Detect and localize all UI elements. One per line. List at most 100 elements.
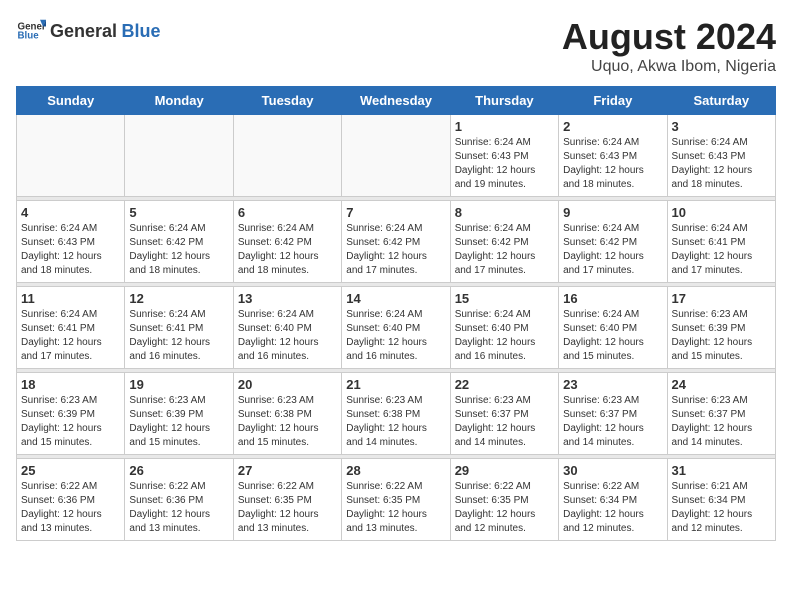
day-info: Sunrise: 6:23 AM Sunset: 6:38 PM Dayligh… — [346, 394, 445, 450]
logo-icon: General Blue — [16, 16, 46, 46]
day-number: 21 — [346, 377, 445, 392]
logo: General Blue General Blue — [16, 16, 161, 46]
calendar-day-16: 16 Sunrise: 6:24 AM Sunset: 6:40 PM Dayli… — [559, 287, 667, 369]
calendar-week-row: 1 Sunrise: 6:24 AM Sunset: 6:43 PM Daylig… — [17, 115, 776, 197]
day-info: Sunrise: 6:23 AM Sunset: 6:38 PM Dayligh… — [238, 394, 337, 450]
day-info: Sunrise: 6:22 AM Sunset: 6:36 PM Dayligh… — [21, 480, 120, 536]
calendar-empty-cell — [233, 115, 341, 197]
logo-general-text: General — [50, 21, 117, 41]
day-info: Sunrise: 6:22 AM Sunset: 6:34 PM Dayligh… — [563, 480, 662, 536]
day-number: 24 — [672, 377, 771, 392]
day-info: Sunrise: 6:24 AM Sunset: 6:43 PM Dayligh… — [455, 136, 554, 192]
day-info: Sunrise: 6:24 AM Sunset: 6:43 PM Dayligh… — [21, 222, 120, 278]
calendar-day-29: 29 Sunrise: 6:22 AM Sunset: 6:35 PM Dayli… — [450, 459, 558, 541]
calendar-empty-cell — [17, 115, 125, 197]
day-number: 3 — [672, 119, 771, 134]
calendar-table: SundayMondayTuesdayWednesdayThursdayFrid… — [16, 86, 776, 541]
day-info: Sunrise: 6:24 AM Sunset: 6:40 PM Dayligh… — [563, 308, 662, 364]
calendar-day-1: 1 Sunrise: 6:24 AM Sunset: 6:43 PM Daylig… — [450, 115, 558, 197]
day-number: 2 — [563, 119, 662, 134]
day-number: 15 — [455, 291, 554, 306]
day-info: Sunrise: 6:24 AM Sunset: 6:40 PM Dayligh… — [455, 308, 554, 364]
calendar-empty-cell — [342, 115, 450, 197]
day-number: 19 — [129, 377, 228, 392]
day-number: 9 — [563, 205, 662, 220]
day-number: 5 — [129, 205, 228, 220]
day-info: Sunrise: 6:21 AM Sunset: 6:34 PM Dayligh… — [672, 480, 771, 536]
day-info: Sunrise: 6:23 AM Sunset: 6:39 PM Dayligh… — [21, 394, 120, 450]
calendar-day-21: 21 Sunrise: 6:23 AM Sunset: 6:38 PM Dayli… — [342, 373, 450, 455]
day-number: 25 — [21, 463, 120, 478]
day-info: Sunrise: 6:24 AM Sunset: 6:40 PM Dayligh… — [238, 308, 337, 364]
logo-blue-text: Blue — [122, 21, 161, 41]
day-number: 13 — [238, 291, 337, 306]
day-info: Sunrise: 6:24 AM Sunset: 6:41 PM Dayligh… — [129, 308, 228, 364]
calendar-day-20: 20 Sunrise: 6:23 AM Sunset: 6:38 PM Dayli… — [233, 373, 341, 455]
day-number: 22 — [455, 377, 554, 392]
location: Uquo, Akwa Ibom, Nigeria — [562, 58, 776, 76]
day-info: Sunrise: 6:24 AM Sunset: 6:42 PM Dayligh… — [346, 222, 445, 278]
day-info: Sunrise: 6:23 AM Sunset: 6:39 PM Dayligh… — [672, 308, 771, 364]
day-info: Sunrise: 6:22 AM Sunset: 6:35 PM Dayligh… — [346, 480, 445, 536]
calendar-day-2: 2 Sunrise: 6:24 AM Sunset: 6:43 PM Daylig… — [559, 115, 667, 197]
day-info: Sunrise: 6:24 AM Sunset: 6:43 PM Dayligh… — [563, 136, 662, 192]
day-number: 17 — [672, 291, 771, 306]
calendar-day-23: 23Sunrise: 6:23 AM Sunset: 6:37 PM Dayli… — [559, 373, 667, 455]
day-number: 18 — [21, 377, 120, 392]
weekday-header-tuesday: Tuesday — [233, 87, 341, 115]
calendar-day-19: 19Sunrise: 6:23 AM Sunset: 6:39 PM Dayli… — [125, 373, 233, 455]
day-number: 20 — [238, 377, 337, 392]
day-info: Sunrise: 6:24 AM Sunset: 6:42 PM Dayligh… — [238, 222, 337, 278]
day-info: Sunrise: 6:23 AM Sunset: 6:37 PM Dayligh… — [563, 394, 662, 450]
day-number: 12 — [129, 291, 228, 306]
day-number: 11 — [21, 291, 120, 306]
calendar-day-8: 8Sunrise: 6:24 AM Sunset: 6:42 PM Daylig… — [450, 201, 558, 283]
calendar-day-18: 18 Sunrise: 6:23 AM Sunset: 6:39 PM Dayli… — [17, 373, 125, 455]
day-number: 28 — [346, 463, 445, 478]
day-info: Sunrise: 6:24 AM Sunset: 6:42 PM Dayligh… — [563, 222, 662, 278]
calendar-day-10: 10Sunrise: 6:24 AM Sunset: 6:41 PM Dayli… — [667, 201, 775, 283]
day-number: 16 — [563, 291, 662, 306]
calendar-day-6: 6Sunrise: 6:24 AM Sunset: 6:42 PM Daylig… — [233, 201, 341, 283]
title-block: August 2024 Uquo, Akwa Ibom, Nigeria — [562, 16, 776, 76]
calendar-day-24: 24 Sunrise: 6:23 AM Sunset: 6:37 PM Dayli… — [667, 373, 775, 455]
calendar-day-31: 31 Sunrise: 6:21 AM Sunset: 6:34 PM Dayli… — [667, 459, 775, 541]
calendar-day-27: 27Sunrise: 6:22 AM Sunset: 6:35 PM Dayli… — [233, 459, 341, 541]
calendar-week-row: 4Sunrise: 6:24 AM Sunset: 6:43 PM Daylig… — [17, 201, 776, 283]
calendar-day-25: 25 Sunrise: 6:22 AM Sunset: 6:36 PM Dayli… — [17, 459, 125, 541]
calendar-day-28: 28 Sunrise: 6:22 AM Sunset: 6:35 PM Dayli… — [342, 459, 450, 541]
day-info: Sunrise: 6:24 AM Sunset: 6:41 PM Dayligh… — [21, 308, 120, 364]
day-number: 7 — [346, 205, 445, 220]
day-info: Sunrise: 6:24 AM Sunset: 6:43 PM Dayligh… — [672, 136, 771, 192]
weekday-header-thursday: Thursday — [450, 87, 558, 115]
calendar-week-row: 18 Sunrise: 6:23 AM Sunset: 6:39 PM Dayli… — [17, 373, 776, 455]
weekday-header-wednesday: Wednesday — [342, 87, 450, 115]
day-number: 10 — [672, 205, 771, 220]
day-info: Sunrise: 6:24 AM Sunset: 6:42 PM Dayligh… — [129, 222, 228, 278]
calendar-day-5: 5 Sunrise: 6:24 AM Sunset: 6:42 PM Daylig… — [125, 201, 233, 283]
day-number: 26 — [129, 463, 228, 478]
calendar-day-15: 15 Sunrise: 6:24 AM Sunset: 6:40 PM Dayli… — [450, 287, 558, 369]
calendar-day-4: 4Sunrise: 6:24 AM Sunset: 6:43 PM Daylig… — [17, 201, 125, 283]
day-info: Sunrise: 6:22 AM Sunset: 6:35 PM Dayligh… — [455, 480, 554, 536]
day-number: 8 — [455, 205, 554, 220]
day-number: 1 — [455, 119, 554, 134]
svg-text:Blue: Blue — [18, 31, 40, 42]
calendar-week-row: 11 Sunrise: 6:24 AM Sunset: 6:41 PM Dayli… — [17, 287, 776, 369]
weekday-header-row: SundayMondayTuesdayWednesdayThursdayFrid… — [17, 87, 776, 115]
day-number: 29 — [455, 463, 554, 478]
weekday-header-sunday: Sunday — [17, 87, 125, 115]
day-info: Sunrise: 6:24 AM Sunset: 6:40 PM Dayligh… — [346, 308, 445, 364]
day-info: Sunrise: 6:22 AM Sunset: 6:36 PM Dayligh… — [129, 480, 228, 536]
calendar-day-14: 14 Sunrise: 6:24 AM Sunset: 6:40 PM Dayli… — [342, 287, 450, 369]
calendar-day-11: 11 Sunrise: 6:24 AM Sunset: 6:41 PM Dayli… — [17, 287, 125, 369]
day-number: 14 — [346, 291, 445, 306]
day-number: 31 — [672, 463, 771, 478]
weekday-header-friday: Friday — [559, 87, 667, 115]
calendar-day-7: 7 Sunrise: 6:24 AM Sunset: 6:42 PM Daylig… — [342, 201, 450, 283]
calendar-day-13: 13 Sunrise: 6:24 AM Sunset: 6:40 PM Dayli… — [233, 287, 341, 369]
day-info: Sunrise: 6:23 AM Sunset: 6:37 PM Dayligh… — [672, 394, 771, 450]
calendar-day-22: 22Sunrise: 6:23 AM Sunset: 6:37 PM Dayli… — [450, 373, 558, 455]
page-header: General Blue General Blue August 2024 Uq… — [16, 16, 776, 76]
calendar-day-9: 9 Sunrise: 6:24 AM Sunset: 6:42 PM Daylig… — [559, 201, 667, 283]
